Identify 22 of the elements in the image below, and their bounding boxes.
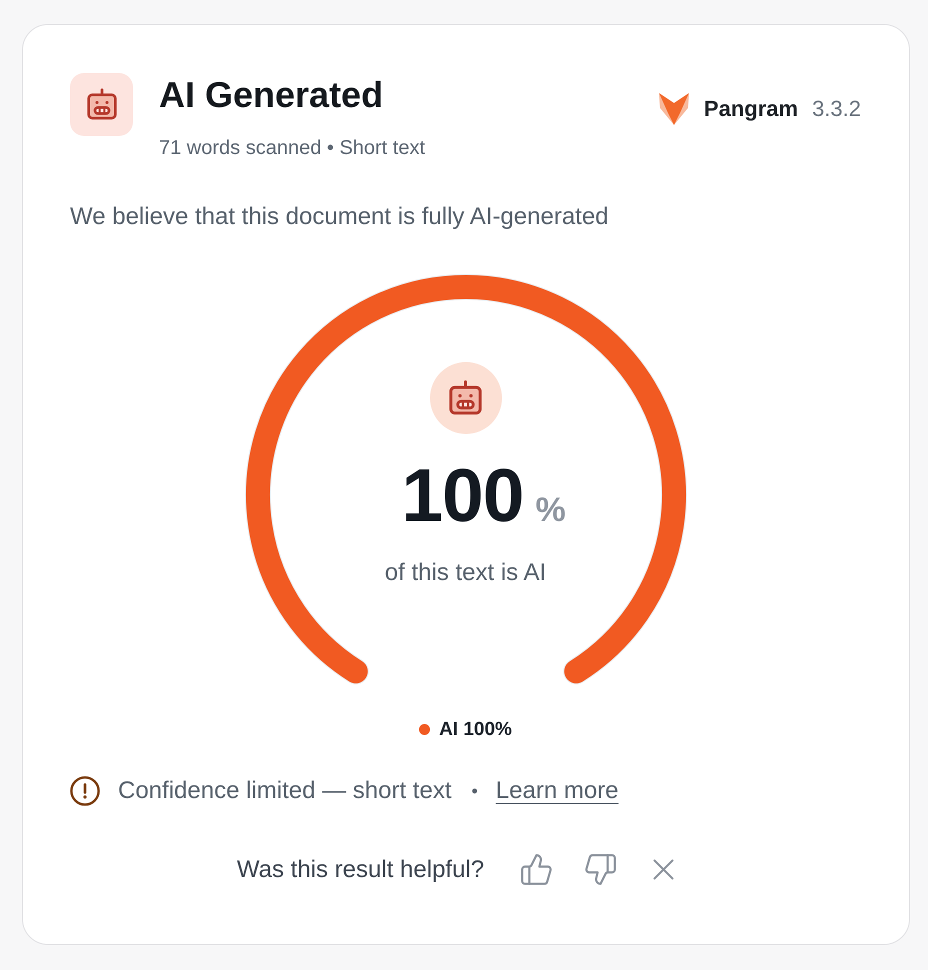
legend-label: AI 100% (439, 718, 512, 742)
fox-logo-icon (658, 92, 689, 124)
result-title: AI Generated (159, 72, 384, 116)
thumbs-down-button[interactable] (585, 854, 616, 885)
robot-icon (70, 72, 133, 136)
warning-icon (70, 776, 100, 806)
thumbs-up-button[interactable] (521, 854, 552, 885)
separator-dot: • (471, 780, 478, 802)
feedback-question: Was this result helpful? (236, 854, 484, 884)
thumbs-up-icon (521, 854, 552, 885)
ai-percentage: 100 (401, 458, 524, 532)
close-button[interactable] (653, 859, 674, 880)
learn-more-link[interactable]: Learn more (496, 774, 619, 806)
version-label: 3.3.2 (812, 96, 861, 122)
confidence-note: Confidence limited — short text (118, 776, 452, 806)
summary-text: We believe that this document is fully AI-generated (70, 202, 610, 232)
thumbs-down-icon (585, 854, 616, 885)
scan-info: 71 words scanned • Short text (159, 136, 426, 160)
gauge-caption: of this text is AI (384, 558, 546, 588)
brand-name: Pangram (704, 96, 798, 122)
close-icon (653, 859, 674, 880)
percent-sign: % (535, 490, 566, 530)
